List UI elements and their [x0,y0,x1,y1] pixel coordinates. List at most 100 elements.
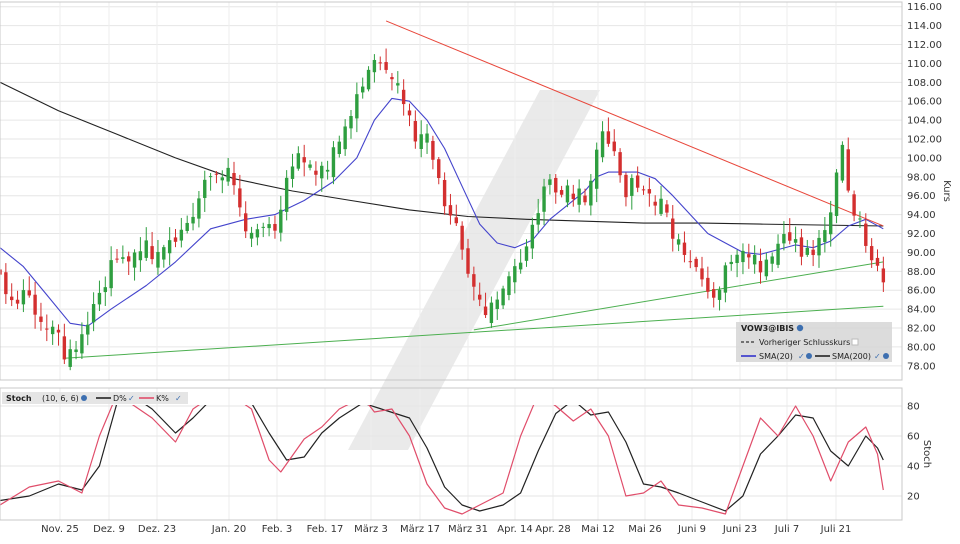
candle-body [706,277,710,292]
candle-body [132,252,137,268]
candle-body [407,110,412,116]
candle-body [173,237,178,242]
candle-body [442,179,447,207]
candle-body [612,141,616,152]
y-tick-label: 106.00 [907,97,942,108]
candle-body [331,147,336,178]
stoch-legend-d-label: D% [113,394,127,403]
x-tick-label: Juni 23 [722,524,757,535]
candle-body [314,170,318,175]
candle-body [337,141,341,154]
candle-body [489,302,494,324]
candle-body [419,134,423,149]
candle-body [214,173,219,175]
x-tick-label: Juli 21 [820,524,852,535]
candle-body [10,296,14,301]
candle-body [390,77,394,80]
chart-svg: 78.00 80.00 82.00 84.00 86.00 88.00 90.00 92.00… [0,1,952,535]
candle-body [284,177,289,212]
candle-body [559,190,564,195]
y-tick-label: 98.00 [907,172,936,183]
legend-title-icon[interactable] [796,324,804,332]
candle-body [138,251,143,261]
candle-body [91,304,96,323]
candle-body [536,213,540,225]
candle-body [472,274,476,287]
stoch-y-tick-label: 60 [907,432,920,443]
candle-body [834,172,839,216]
y-tick-label: 114.00 [907,21,942,32]
candle-body [495,299,499,309]
x-tick-label: März 3 [354,524,388,535]
y-tick-label: 96.00 [907,191,936,202]
x-tick-label: Jan. 20 [211,524,247,535]
candle-body [478,294,482,300]
candle-body [191,216,195,224]
candle-body [764,259,769,277]
legend-sma20-check-icon[interactable]: ✓ [798,352,805,361]
candle-body [244,213,248,232]
sma200-line [0,81,884,227]
stoch-legend-d-check-icon[interactable]: ✓ [128,394,135,403]
candle-body [97,292,102,305]
candle-body [723,265,728,293]
legend-sma200-check-icon[interactable]: ✓ [874,352,881,361]
candle-body [372,59,377,73]
x-tick-label: Dez. 9 [93,524,125,535]
candle-body [290,166,295,179]
candle-body [501,288,505,306]
candle-body [62,336,67,360]
candle-body [589,180,593,206]
candle-body [197,198,201,219]
candle-body [618,152,622,176]
trendline-down [385,20,884,227]
legend-sma200-settings-icon[interactable] [883,353,889,359]
candle-body [203,179,207,198]
candle-body [366,69,371,90]
candle-body [858,218,862,220]
candle-body [127,256,131,262]
candle-body [355,94,359,119]
candle-body [747,254,751,258]
candle-body [349,116,353,129]
candle-body [302,157,306,163]
legend-sma20-settings-icon[interactable] [806,353,812,359]
candle-body [735,254,739,264]
y-tick-label: 108.00 [907,78,942,89]
stoch-legend-k-label: K% [156,394,169,403]
stoch-y-axis: 20 40 60 80 [907,402,920,503]
y-tick-label: 82.00 [907,324,936,335]
candle-body [717,289,722,300]
candle-body [595,149,599,189]
candle-body [647,189,652,194]
main-ylabel: Kurs [941,180,952,202]
candle-body [817,237,821,256]
y-tick-label: 110.00 [907,59,942,70]
candle-body [121,257,125,259]
x-tick-label: Apr. 14 [497,524,532,535]
candle-body [829,212,833,235]
x-tick-label: März 17 [400,524,440,535]
legend-prevclose-toggle[interactable] [851,338,859,346]
candle-body [109,260,113,289]
stoch-legend: Stoch (10, 6, 6) D% ✓ K% ✓ [2,392,188,404]
stoch-legend-settings-icon[interactable] [81,395,87,401]
y-tick-label: 112.00 [907,40,942,51]
candle-body [33,294,37,315]
candle-body [454,217,458,224]
candle-body [805,247,809,255]
candle-body [50,326,55,335]
candle-body [793,239,798,243]
candle-body [788,232,792,241]
main-legend: VOW3@IBIS Vorheriger Schlusskurs SMA(20)… [736,322,892,362]
candle-body [565,185,570,203]
candle-body [273,223,277,231]
y-tick-label: 104.00 [907,116,942,127]
x-tick-label: Juli 7 [774,524,799,535]
y-tick-label: 102.00 [907,135,942,146]
x-tick-label: Apr. 28 [535,524,570,535]
candle-body [869,246,874,261]
stoch-legend-k-check-icon[interactable]: ✓ [175,394,182,403]
legend-title: VOW3@IBIS [741,324,794,333]
x-tick-label: Nov. 25 [41,524,79,535]
